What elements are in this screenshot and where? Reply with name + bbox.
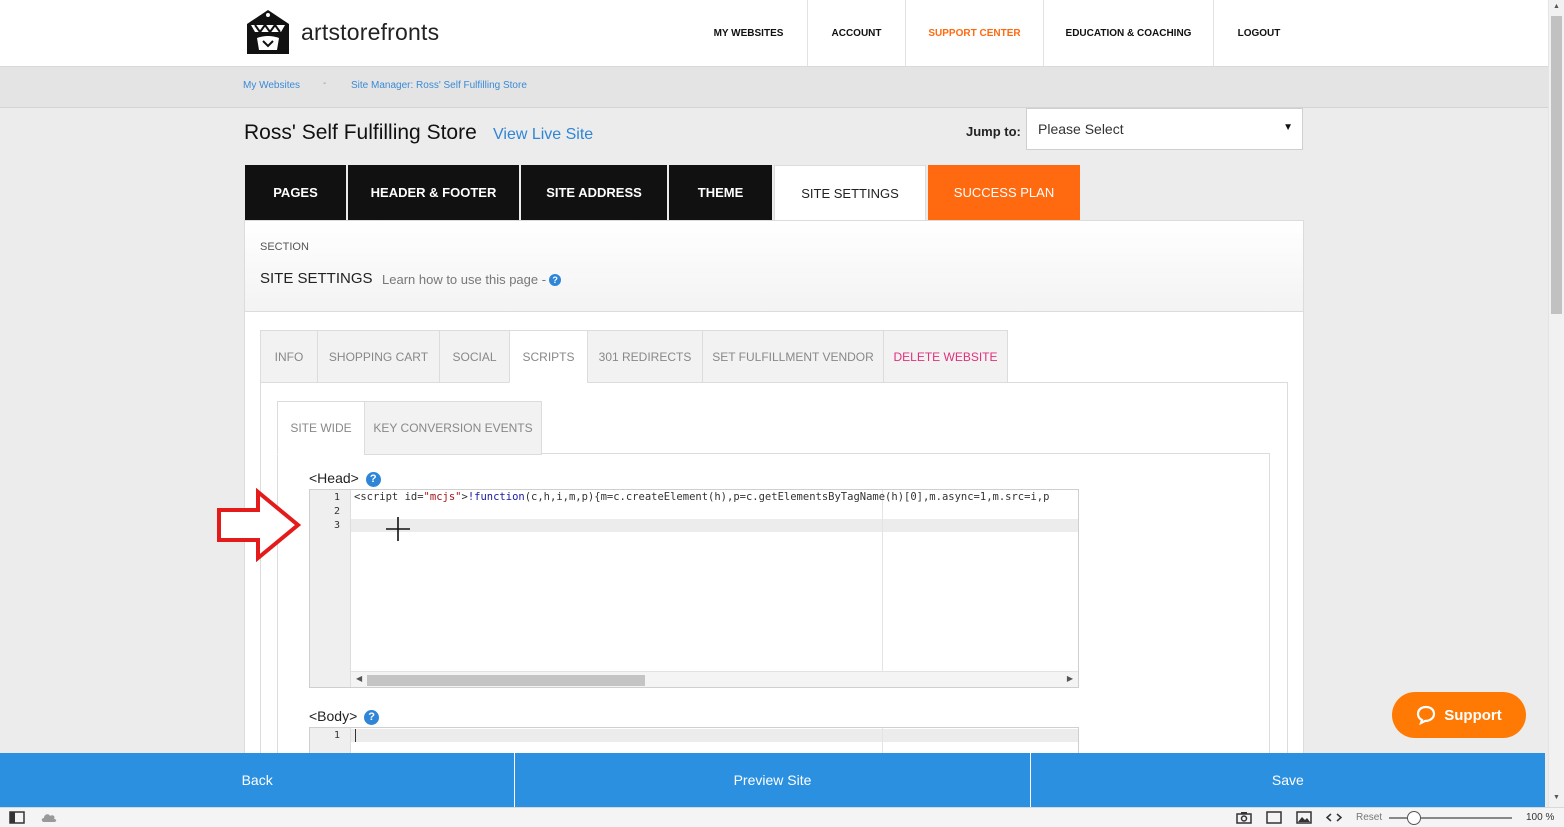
jump-to-select[interactable]: Please Select ▼ — [1026, 108, 1303, 150]
subtab-social[interactable]: SOCIAL — [439, 330, 509, 383]
nav-education-coaching[interactable]: EDUCATION & COACHING — [1044, 0, 1214, 66]
body-help-icon[interactable]: ? — [364, 710, 380, 725]
head-help-icon[interactable]: ? — [365, 472, 381, 487]
dropdown-arrow-icon: ▼ — [1283, 122, 1293, 133]
body-code-editor[interactable]: 1 — [309, 727, 1079, 753]
subtab-scripts[interactable]: SCRIPTS — [509, 330, 587, 383]
print-margin — [882, 490, 883, 687]
subtab-delete-website[interactable]: DELETE WEBSITE — [883, 330, 1008, 383]
body-field-label: <Body> ? — [309, 708, 380, 725]
main-nav: MY WEBSITES ACCOUNT SUPPORT CENTER EDUCA… — [690, 0, 1304, 67]
line-number: 1 — [333, 730, 340, 741]
subtab-set-fulfillment-vendor[interactable]: SET FULFILLMENT VENDOR — [702, 330, 883, 383]
section-title: SITE SETTINGS — [260, 270, 373, 287]
artstorefronts-logo[interactable]: artstorefronts — [243, 8, 439, 56]
camera-icon[interactable] — [1236, 811, 1252, 824]
head-code-editor[interactable]: 1 2 3 <script id="mcjs">!function(c,h,i,… — [309, 489, 1079, 688]
storefront-logo-icon — [247, 10, 289, 54]
help-link[interactable]: Learn how to use this page -? — [382, 272, 562, 287]
code-line-1: <script id="mcjs">!function(c,h,i,m,p){m… — [354, 491, 1050, 503]
jump-to-value: Please Select — [1038, 121, 1124, 137]
question-icon[interactable]: ? — [549, 274, 562, 286]
scrollbar-thumb[interactable] — [367, 675, 645, 686]
zoom-level: 100 % — [1526, 812, 1555, 823]
action-bar: Back Preview Site Save — [0, 753, 1545, 807]
chat-bubble-icon — [1417, 705, 1436, 725]
subtab-info[interactable]: INFO — [260, 330, 317, 383]
head-field-label: <Head> ? — [309, 470, 381, 487]
tab-header-footer[interactable]: HEADER & FOOTER — [348, 165, 519, 220]
window-icon[interactable] — [1266, 811, 1282, 824]
view-live-site-link[interactable]: View Live Site — [493, 126, 593, 144]
tab-site-settings[interactable]: SITE SETTINGS — [774, 165, 926, 221]
scroll-right-icon[interactable]: ▶ — [1067, 674, 1073, 683]
nav-logout[interactable]: LOGOUT — [1214, 0, 1304, 66]
scroll-up-icon[interactable]: ▲ — [1553, 3, 1560, 10]
save-button[interactable]: Save — [1030, 753, 1545, 807]
nav-account[interactable]: ACCOUNT — [808, 0, 906, 66]
active-line-highlight — [351, 729, 1078, 742]
subtab-shopping-cart[interactable]: SHOPPING CART — [317, 330, 439, 383]
active-line-highlight — [351, 519, 1078, 532]
section-kicker: SECTION — [260, 241, 309, 253]
nav-support-center[interactable]: SUPPORT CENTER — [906, 0, 1044, 66]
editor-horizontal-scrollbar[interactable]: ◀ ▶ — [351, 671, 1078, 687]
breadcrumb-my-websites[interactable]: My Websites — [243, 80, 300, 91]
image-icon[interactable] — [1296, 811, 1312, 824]
scripts-inner-tabs: SITE WIDE KEY CONVERSION EVENTS — [277, 401, 542, 455]
red-arrow-annotation-icon — [217, 488, 302, 562]
cloud-icon[interactable] — [40, 811, 58, 824]
print-margin — [882, 728, 883, 753]
sidebar-toggle-icon[interactable] — [9, 811, 25, 824]
browser-status-bar: Reset 100 % — [0, 807, 1564, 827]
tab-site-wide[interactable]: SITE WIDE — [277, 401, 364, 455]
crosshair-cursor-icon — [386, 517, 410, 541]
back-button[interactable]: Back — [0, 753, 516, 807]
tab-theme[interactable]: THEME — [669, 165, 772, 220]
section-header: SECTION SITE SETTINGS Learn how to use t… — [245, 221, 1303, 312]
settings-subtabs: INFO SHOPPING CART SOCIAL SCRIPTS 301 RE… — [260, 330, 1008, 383]
tab-success-plan[interactable]: SUCCESS PLAN — [928, 165, 1080, 220]
scrollbar-thumb[interactable] — [1551, 16, 1562, 314]
subtab-301-redirects[interactable]: 301 REDIRECTS — [587, 330, 702, 383]
preview-site-button[interactable]: Preview Site — [515, 753, 1031, 807]
logo-wordmark: artstorefronts — [301, 18, 440, 45]
tab-pages[interactable]: PAGES — [245, 165, 346, 220]
breadcrumb-site-manager[interactable]: Site Manager: Ross' Self Fulfilling Stor… — [351, 80, 527, 91]
text-caret — [355, 729, 356, 742]
breadcrumb: My Websites - Site Manager: Ross' Self F… — [0, 67, 1548, 108]
line-number: 2 — [333, 506, 340, 517]
zoom-reset-button[interactable]: Reset — [1356, 812, 1382, 823]
scroll-down-icon[interactable]: ▼ — [1553, 794, 1560, 801]
line-number: 1 — [333, 492, 340, 503]
tab-site-address[interactable]: SITE ADDRESS — [521, 165, 667, 220]
page-title: Ross' Self Fulfilling Store — [244, 121, 477, 144]
page-vertical-scrollbar[interactable]: ▲ ▼ — [1548, 0, 1564, 807]
line-number: 3 — [333, 520, 340, 531]
scroll-left-icon[interactable]: ◀ — [356, 674, 362, 683]
code-toggle-icon[interactable] — [1326, 811, 1342, 824]
zoom-slider-handle[interactable] — [1407, 811, 1421, 825]
tab-key-conversion-events[interactable]: KEY CONVERSION EVENTS — [364, 401, 542, 455]
breadcrumb-separator: - — [323, 78, 327, 89]
jump-to-label: Jump to: — [966, 124, 1021, 139]
nav-my-websites[interactable]: MY WEBSITES — [690, 0, 808, 66]
support-chat-button[interactable]: Support — [1392, 692, 1526, 738]
top-navigation-bar: artstorefronts MY WEBSITES ACCOUNT SUPPO… — [0, 0, 1548, 67]
